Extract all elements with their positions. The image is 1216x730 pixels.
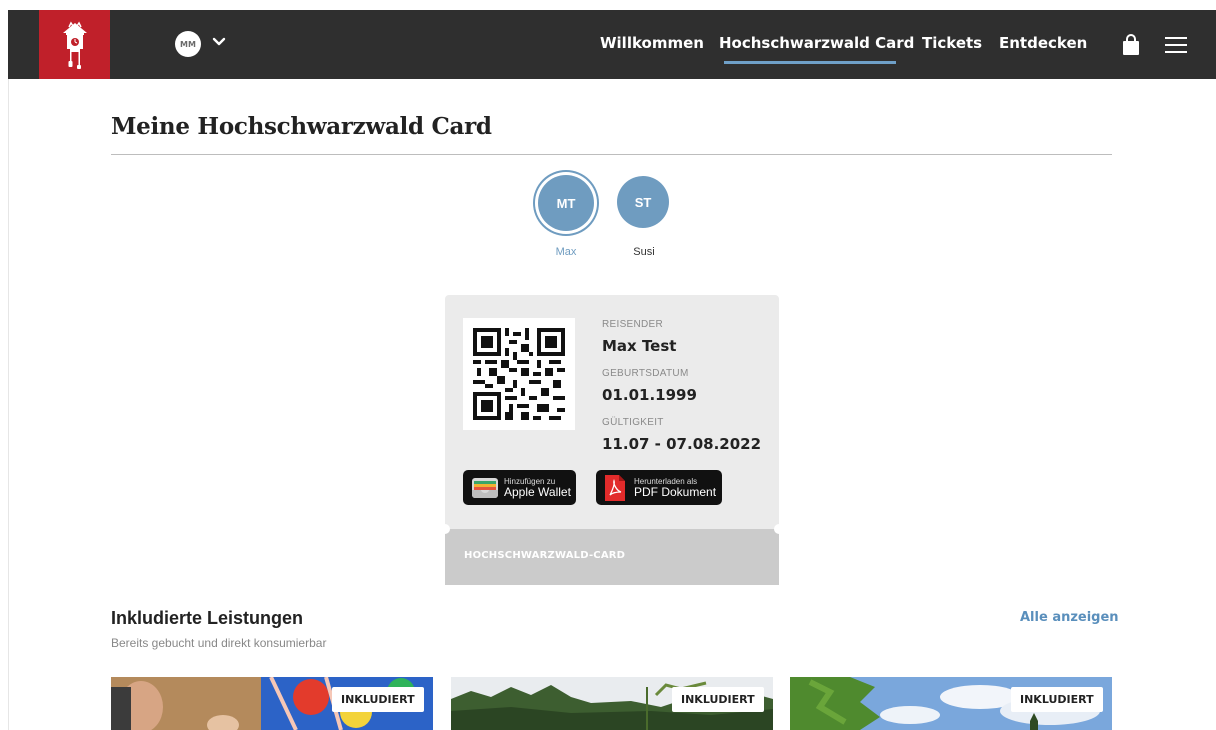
user-avatar[interactable]: MM	[175, 31, 201, 57]
included-services-title: Inkludierte Leistungen	[111, 608, 304, 628]
page-left-edge	[0, 79, 9, 730]
qr-code-icon	[473, 328, 565, 420]
nav-hochschwarzwald-card[interactable]: Hochschwarzwald Card	[719, 34, 914, 52]
apple-wallet-button[interactable]: Hinzufügen zu Apple Wallet	[463, 470, 576, 505]
nav-tickets[interactable]: Tickets	[922, 34, 982, 52]
cuckoo-clock-icon	[62, 21, 87, 69]
included-services-subtitle: Bereits gebucht und direkt konsumierbar	[111, 636, 327, 650]
pdf-icon	[605, 474, 625, 501]
included-badge: INKLUDIERT	[672, 687, 764, 712]
cuckoo-clock-logo[interactable]	[39, 10, 110, 79]
traveler-name[interactable]: Max	[536, 246, 596, 258]
birthdate-label: GEBURTSDATUM	[602, 368, 689, 379]
browser-top-edge	[0, 0, 1216, 10]
wallet-icon	[472, 477, 498, 498]
card-footer-label: HOCHSCHWARZWALD-CARD	[464, 550, 626, 561]
traveler-avatar[interactable]: MT	[538, 175, 594, 231]
traveler-name-value: Max Test	[602, 337, 677, 355]
guest-card: REISENDER Max Test GEBURTSDATUM 01.01.19…	[445, 295, 779, 585]
card-notch-right	[774, 524, 779, 534]
birthdate-value: 01.01.1999	[602, 386, 697, 404]
title-divider	[111, 154, 1112, 155]
pdf-download-button[interactable]: Herunterladen als PDF Dokument	[596, 470, 722, 505]
service-tile[interactable]: INKLUDIERT	[790, 677, 1112, 730]
show-all-link[interactable]: Alle anzeigen	[1020, 610, 1119, 625]
service-tile[interactable]: INKLUDIERT	[451, 677, 773, 730]
qr-code	[463, 318, 575, 430]
traveler-label: REISENDER	[602, 319, 664, 330]
traveler-avatar[interactable]: ST	[617, 176, 669, 228]
page-title: Meine Hochschwarzwald Card	[111, 113, 492, 140]
chevron-down-icon[interactable]	[211, 34, 227, 50]
nav-willkommen[interactable]: Willkommen	[600, 34, 704, 52]
included-badge: INKLUDIERT	[1011, 687, 1103, 712]
traveler-susi[interactable]: ST	[617, 176, 671, 228]
traveler-max[interactable]: MT	[537, 174, 594, 231]
shopping-bag-icon[interactable]	[1121, 34, 1141, 56]
site-header: MM Willkommen Hochschwarzwald Card Ticke…	[8, 10, 1216, 79]
pdf-button-line2: PDF Dokument	[634, 485, 717, 499]
validity-label: GÜLTIGKEIT	[602, 417, 664, 428]
validity-value: 11.07 - 07.08.2022	[602, 435, 762, 453]
menu-icon[interactable]	[1165, 36, 1187, 54]
nav-active-indicator	[724, 61, 896, 64]
included-badge: INKLUDIERT	[332, 687, 424, 712]
traveler-name[interactable]: Susi	[614, 246, 674, 258]
wallet-button-line2: Apple Wallet	[504, 485, 571, 499]
service-tile[interactable]: INKLUDIERT	[111, 677, 433, 730]
nav-entdecken[interactable]: Entdecken	[999, 34, 1087, 52]
